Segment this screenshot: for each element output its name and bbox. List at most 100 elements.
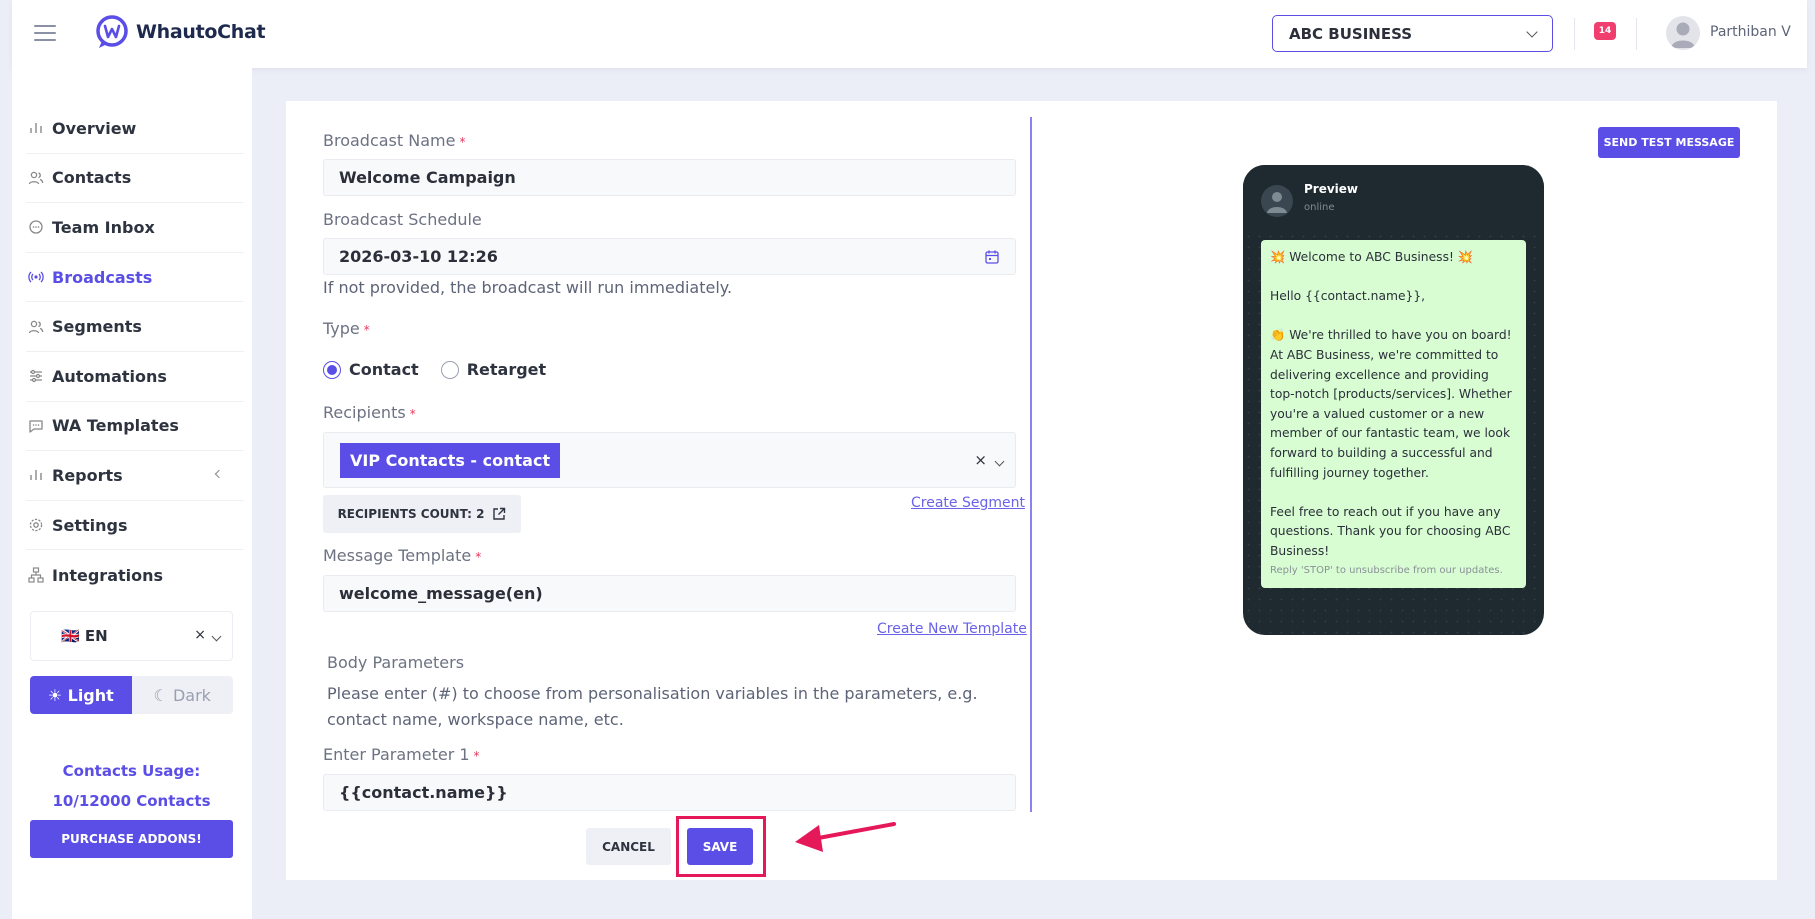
sidebar-nav: Overview Contacts Team Inbox Broadcasts … bbox=[26, 104, 244, 600]
message-line: Feel free to reach out if you have any q… bbox=[1270, 504, 1511, 558]
bar-chart-icon bbox=[28, 120, 44, 136]
sidebar-item-wa-templates[interactable]: WA Templates bbox=[26, 402, 244, 452]
preview-message-bubble: 💥 Welcome to ABC Business! 💥 Hello {{con… bbox=[1261, 240, 1526, 588]
contacts-usage: Contacts Usage: 10/12000 Contacts bbox=[30, 756, 233, 816]
sidebar-item-label: WA Templates bbox=[52, 416, 179, 436]
broadcast-schedule-input[interactable]: 2026-03-10 12:26 bbox=[323, 238, 1016, 275]
contacts-usage-title: Contacts Usage: bbox=[62, 762, 201, 780]
business-select-value: ABC BUSINESS bbox=[1289, 24, 1413, 43]
chevron-down-icon bbox=[1526, 25, 1538, 38]
recipient-chip[interactable]: VIP Contacts - contact bbox=[340, 443, 561, 478]
sidebar-item-label: Team Inbox bbox=[52, 217, 155, 237]
parameter-1-input[interactable]: {{contact.name}} bbox=[323, 774, 1016, 811]
user-avatar-icon bbox=[1267, 192, 1287, 213]
recipients-count-button[interactable]: RECIPIENTS COUNT: 2 bbox=[323, 495, 521, 533]
type-label: Type * bbox=[323, 319, 370, 338]
message-template-select[interactable]: welcome_message(en) bbox=[323, 575, 1016, 612]
broadcast-schedule-label: Broadcast Schedule bbox=[323, 210, 482, 229]
sidebar-item-label: Contacts bbox=[52, 168, 132, 188]
purchase-addons-button[interactable]: PURCHASE ADDONS! bbox=[30, 820, 233, 858]
notification-badge[interactable]: 14 bbox=[1594, 22, 1616, 40]
sidebar-item-reports[interactable]: Reports bbox=[26, 451, 244, 501]
pointer-arrow-icon bbox=[795, 822, 896, 852]
message-square-icon bbox=[28, 418, 44, 434]
business-select[interactable]: ABC BUSINESS bbox=[1272, 15, 1553, 52]
gear-icon bbox=[28, 517, 44, 533]
chevron-left-icon bbox=[214, 469, 224, 479]
logo-mark-icon bbox=[96, 15, 128, 48]
create-template-link[interactable]: Create New Template bbox=[877, 621, 1027, 637]
sidebar-item-segments[interactable]: Segments bbox=[26, 302, 244, 352]
sidebar-item-integrations[interactable]: Integrations bbox=[26, 550, 244, 600]
theme-toggle: ☀ Light ☾ Dark bbox=[30, 676, 233, 714]
header-divider bbox=[1636, 18, 1637, 50]
sidebar-item-team-inbox[interactable]: Team Inbox bbox=[26, 203, 244, 253]
message-line: 👏 We're thrilled to have you on board! A… bbox=[1270, 328, 1512, 480]
save-highlight-box bbox=[676, 816, 766, 877]
body-parameters-title: Body Parameters bbox=[327, 653, 465, 672]
users-icon bbox=[28, 319, 44, 335]
theme-dark-button[interactable]: ☾ Dark bbox=[131, 676, 233, 714]
users-icon bbox=[28, 170, 44, 186]
send-test-message-button[interactable]: SEND TEST MESSAGE bbox=[1598, 127, 1740, 158]
user-avatar[interactable] bbox=[1666, 16, 1700, 50]
body-parameters-hint: Please enter (#) to choose from personal… bbox=[327, 684, 978, 729]
hamburger-menu-icon[interactable] bbox=[34, 25, 56, 41]
user-name[interactable]: Parthiban V bbox=[1710, 24, 1791, 40]
type-retarget-label[interactable]: Retarget bbox=[467, 360, 546, 379]
section-divider bbox=[1030, 117, 1032, 812]
external-link-icon bbox=[493, 507, 506, 520]
sidebar-item-label: Settings bbox=[52, 515, 128, 535]
sidebar-item-overview[interactable]: Overview bbox=[26, 104, 244, 154]
message-line: 💥 Welcome to ABC Business! 💥 bbox=[1270, 250, 1474, 264]
sidebar-item-label: Automations bbox=[52, 366, 167, 386]
sidebar-item-label: Broadcasts bbox=[52, 267, 153, 287]
language-select-value: 🇬🇧 EN bbox=[61, 627, 108, 645]
sidebar-item-contacts[interactable]: Contacts bbox=[26, 154, 244, 204]
clear-icon[interactable]: × bbox=[974, 451, 987, 469]
sliders-icon bbox=[28, 368, 44, 384]
message-line: Hello {{contact.name}}, bbox=[1270, 289, 1426, 304]
user-avatar-icon bbox=[1671, 22, 1695, 48]
header-divider bbox=[1574, 18, 1575, 50]
broadcast-name-input[interactable]: Welcome Campaign bbox=[323, 159, 1016, 196]
sidebar-item-label: Reports bbox=[52, 465, 123, 485]
chevron-down-icon bbox=[211, 631, 222, 642]
sidebar-item-broadcasts[interactable]: Broadcasts bbox=[26, 253, 244, 303]
type-radio-group: Contact Retarget bbox=[323, 360, 546, 379]
type-contact-label[interactable]: Contact bbox=[349, 360, 419, 379]
create-segment-link[interactable]: Create Segment bbox=[911, 495, 1025, 511]
sidebar-item-label: Integrations bbox=[52, 565, 164, 585]
network-icon bbox=[28, 567, 44, 583]
preview-header: Preview online bbox=[1243, 165, 1544, 235]
preview-title: Preview bbox=[1304, 182, 1359, 196]
preview-status: online bbox=[1304, 202, 1335, 213]
schedule-hint: If not provided, the broadcast will run … bbox=[323, 278, 733, 297]
clear-icon[interactable]: × bbox=[194, 627, 206, 643]
sidebar-item-label: Overview bbox=[52, 118, 137, 138]
type-contact-radio[interactable] bbox=[323, 360, 341, 379]
brand-logo[interactable]: WhautoChat bbox=[94, 14, 266, 50]
sidebar-item-label: Segments bbox=[52, 317, 142, 337]
sidebar-item-automations[interactable]: Automations bbox=[26, 352, 244, 402]
broadcast-schedule-value: 2026-03-10 12:26 bbox=[339, 247, 498, 266]
recipients-select[interactable]: VIP Contacts - contact × bbox=[323, 432, 1016, 488]
broadcast-icon bbox=[28, 269, 44, 285]
brand-name: WhautoChat bbox=[136, 21, 266, 43]
contacts-usage-value: 10/12000 Contacts bbox=[52, 792, 211, 810]
top-header: WhautoChat ABC BUSINESS 14 Parthiban V bbox=[12, 0, 1807, 68]
broadcast-form-card: Broadcast Name * Welcome Campaign Broadca… bbox=[286, 101, 1777, 880]
language-select[interactable]: 🇬🇧 EN × bbox=[30, 611, 233, 661]
recipients-label: Recipients * bbox=[323, 403, 416, 422]
sidebar: Overview Contacts Team Inbox Broadcasts … bbox=[12, 68, 252, 919]
calendar-icon[interactable] bbox=[984, 249, 1000, 265]
chat-bubble-icon bbox=[28, 219, 44, 235]
recipients-count-label: RECIPIENTS COUNT: 2 bbox=[337, 507, 485, 521]
theme-light-button[interactable]: ☀ Light bbox=[30, 676, 132, 714]
type-retarget-radio[interactable] bbox=[440, 360, 459, 379]
parameter-1-label: Enter Parameter 1 * bbox=[323, 745, 480, 764]
sidebar-item-settings[interactable]: Settings bbox=[26, 501, 244, 551]
bar-chart-icon bbox=[28, 467, 44, 483]
cancel-button[interactable]: CANCEL bbox=[586, 828, 671, 865]
broadcast-name-label: Broadcast Name * bbox=[323, 131, 466, 150]
